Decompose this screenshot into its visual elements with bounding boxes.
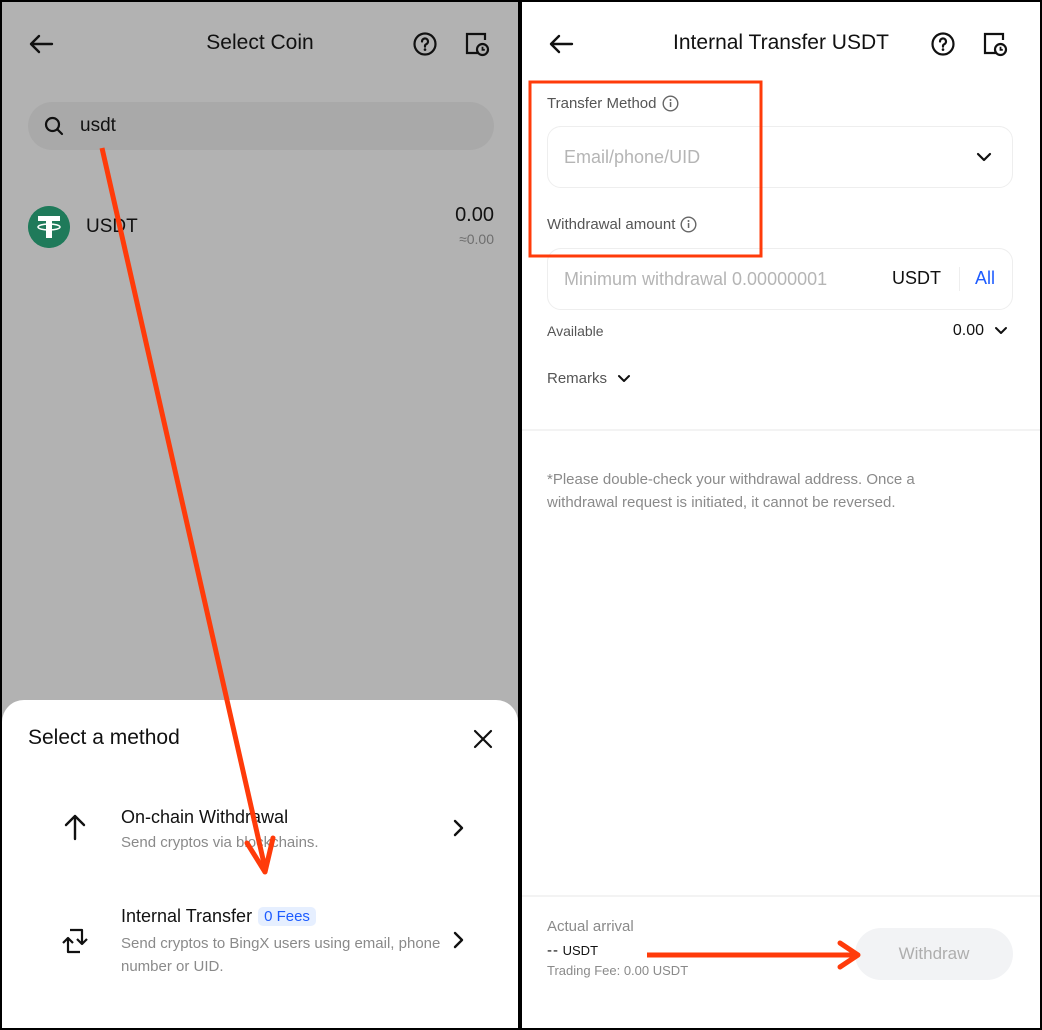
page-title: Select Coin bbox=[206, 31, 314, 54]
remarks-toggle[interactable]: Remarks bbox=[547, 370, 631, 387]
method-title: Internal Transfer 0 Fees bbox=[121, 906, 316, 927]
sheet-title: Select a method bbox=[28, 726, 180, 749]
search-icon bbox=[44, 116, 64, 136]
withdrawal-amount-label-text: Withdrawal amount bbox=[547, 216, 676, 233]
withdrawal-amount-label: Withdrawal amount bbox=[547, 216, 697, 233]
chevron-down-icon bbox=[618, 374, 631, 382]
select-method-sheet: Select a method On-chain Withdrawal Send… bbox=[2, 700, 518, 1028]
zero-fees-badge: 0 Fees bbox=[258, 907, 316, 926]
all-button[interactable]: All bbox=[975, 268, 995, 289]
coin-fiat-value: ≈0.00 bbox=[459, 231, 494, 247]
arrival-amount: -- bbox=[547, 942, 559, 959]
method-description: Send cryptos via blockchains. bbox=[121, 834, 319, 851]
swap-icon bbox=[62, 928, 88, 954]
section-divider bbox=[522, 429, 1040, 431]
arrow-up-icon bbox=[64, 814, 86, 841]
page-title: Internal Transfer USDT bbox=[673, 31, 889, 54]
actual-arrival-value: -- USDT bbox=[547, 942, 598, 959]
withdraw-button[interactable]: Withdraw bbox=[855, 928, 1013, 980]
warning-notice: *Please double-check your withdrawal add… bbox=[547, 471, 915, 511]
footer-divider bbox=[522, 895, 1040, 897]
method-onchain-withdrawal[interactable]: On-chain Withdrawal Send cryptos via blo… bbox=[2, 796, 518, 866]
actual-arrival-label: Actual arrival bbox=[547, 918, 634, 935]
chevron-down-icon bbox=[995, 327, 1007, 334]
method-title: On-chain Withdrawal bbox=[121, 807, 289, 827]
available-value: 0.00 bbox=[952, 322, 984, 339]
transfer-method-label-text: Transfer Method bbox=[547, 95, 657, 112]
transfer-method-select[interactable] bbox=[547, 126, 1013, 188]
info-icon[interactable] bbox=[661, 95, 679, 112]
recipient-input[interactable] bbox=[564, 127, 944, 187]
coin-balance: 0.00 bbox=[455, 204, 494, 226]
help-icon[interactable] bbox=[412, 31, 438, 57]
method-internal-transfer[interactable]: Internal Transfer 0 Fees Send cryptos to … bbox=[2, 896, 518, 986]
arrival-unit: USDT bbox=[562, 943, 599, 958]
method-description: Send cryptos to BingX users using email,… bbox=[121, 935, 441, 975]
transfer-method-label: Transfer Method bbox=[547, 95, 679, 112]
method-title-text: Internal Transfer bbox=[121, 906, 253, 926]
header: Select Coin bbox=[2, 2, 518, 86]
history-icon[interactable] bbox=[464, 31, 490, 57]
tether-logo-icon bbox=[28, 206, 70, 248]
info-icon[interactable] bbox=[680, 216, 697, 233]
select-coin-screen: Select Coin USDT 0.00 ≈0.00 Select a met… bbox=[2, 2, 518, 1028]
coin-symbol: USDT bbox=[86, 216, 138, 237]
withdrawal-amount-field: USDT All bbox=[547, 248, 1013, 310]
chevron-right-icon bbox=[453, 819, 464, 837]
close-icon[interactable] bbox=[472, 728, 494, 750]
header: Internal Transfer USDT bbox=[522, 2, 1040, 86]
chevron-down-icon[interactable] bbox=[976, 151, 992, 163]
available-balance-toggle[interactable]: 0.00 bbox=[953, 322, 1008, 340]
available-label: Available bbox=[547, 323, 604, 339]
help-icon[interactable] bbox=[930, 31, 956, 57]
coin-list-item[interactable]: USDT 0.00 ≈0.00 bbox=[28, 202, 494, 252]
chevron-right-icon bbox=[453, 931, 464, 949]
remarks-label: Remarks bbox=[547, 370, 608, 387]
search-input[interactable] bbox=[80, 102, 460, 150]
divider bbox=[959, 267, 960, 291]
amount-input[interactable] bbox=[564, 249, 884, 309]
search-bar bbox=[28, 102, 494, 150]
history-icon[interactable] bbox=[982, 31, 1008, 57]
internal-transfer-screen: Internal Transfer USDT Transfer Method W… bbox=[522, 2, 1040, 1028]
trading-fee: Trading Fee: 0.00 USDT bbox=[547, 963, 689, 978]
amount-unit: USDT bbox=[892, 268, 941, 288]
